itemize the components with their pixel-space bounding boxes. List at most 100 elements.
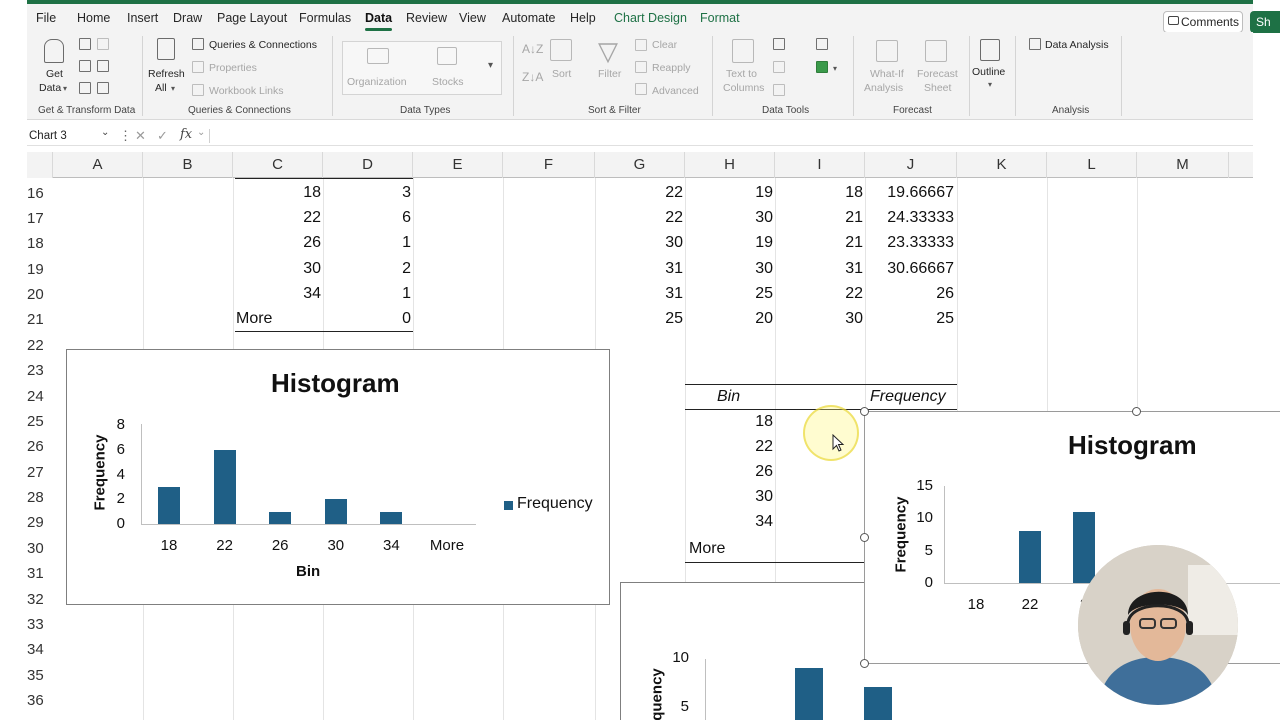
cancel-icon[interactable]: ✕ bbox=[135, 128, 146, 144]
x-axis-title[interactable]: Bin bbox=[296, 563, 320, 580]
table-cell[interactable]: 22 bbox=[595, 184, 685, 202]
table-cell[interactable]: 3 bbox=[323, 184, 413, 202]
tab-file[interactable]: File bbox=[36, 11, 56, 25]
row-header[interactable]: 36 bbox=[27, 688, 53, 713]
workbook-links-button[interactable]: Workbook Links bbox=[209, 85, 284, 97]
refresh-all-button[interactable]: Refresh bbox=[148, 68, 185, 80]
row-header[interactable]: 26 bbox=[27, 434, 53, 459]
existing-connections-icon[interactable] bbox=[97, 60, 109, 72]
sort-button[interactable]: Sort bbox=[552, 68, 571, 80]
table-cell[interactable]: 26 bbox=[233, 234, 323, 252]
table-cell[interactable]: 30 bbox=[685, 260, 775, 278]
table-cell[interactable]: 21 bbox=[775, 234, 865, 252]
gallery-expand-icon[interactable]: ▾ bbox=[488, 60, 493, 71]
resize-handle[interactable] bbox=[1132, 407, 1141, 416]
row-header[interactable]: 23 bbox=[27, 358, 53, 383]
row-header[interactable]: 19 bbox=[27, 257, 53, 282]
table-cell[interactable]: 19.66667 bbox=[865, 184, 957, 202]
table-cell[interactable]: 23.33333 bbox=[865, 234, 957, 252]
column-header-i[interactable]: I bbox=[775, 152, 865, 178]
recent-sources-icon[interactable] bbox=[97, 38, 109, 50]
table-cell[interactable]: 30 bbox=[685, 209, 775, 227]
row-header[interactable]: 32 bbox=[27, 587, 53, 612]
stocks-button[interactable]: Stocks bbox=[432, 76, 464, 88]
table-cell[interactable]: 31 bbox=[595, 260, 685, 278]
flash-fill-icon[interactable] bbox=[773, 38, 785, 50]
data-validation-icon[interactable] bbox=[773, 84, 785, 96]
consolidate-icon[interactable] bbox=[816, 38, 828, 50]
column-header-l[interactable]: L bbox=[1047, 152, 1137, 178]
histogram-chart[interactable]: Histogram Frequency 0 2 4 6 8 18 22 26 30 34 More… bbox=[66, 349, 610, 605]
row-header[interactable]: 27 bbox=[27, 460, 53, 485]
tab-formulas[interactable]: Formulas bbox=[299, 11, 351, 25]
tab-help[interactable]: Help bbox=[570, 11, 596, 25]
column-header-f[interactable]: F bbox=[503, 152, 595, 178]
tab-review[interactable]: Review bbox=[406, 11, 447, 25]
row-header[interactable]: 22 bbox=[27, 333, 53, 358]
column-header-c[interactable]: C bbox=[233, 152, 323, 178]
table-cell[interactable]: 30 bbox=[595, 234, 685, 252]
tab-view[interactable]: View bbox=[459, 11, 486, 25]
column-header-k[interactable]: K bbox=[957, 152, 1047, 178]
tab-page-layout[interactable]: Page Layout bbox=[217, 11, 287, 25]
table-cell[interactable]: 24.33333 bbox=[865, 209, 957, 227]
table-cell[interactable]: 26 bbox=[865, 285, 957, 303]
from-web-icon[interactable] bbox=[79, 60, 91, 72]
row-header[interactable]: 20 bbox=[27, 282, 53, 307]
table-cell[interactable]: 1 bbox=[323, 234, 413, 252]
table-cell[interactable]: 30 bbox=[685, 488, 775, 506]
table-cell[interactable]: 0 bbox=[323, 310, 413, 328]
chart-title[interactable]: Histogram bbox=[271, 368, 400, 399]
table-cell[interactable]: 18 bbox=[233, 184, 323, 202]
table-cell[interactable]: 25 bbox=[595, 310, 685, 328]
from-picture-icon[interactable] bbox=[97, 82, 109, 94]
table-cell[interactable]: 25 bbox=[685, 285, 775, 303]
row-header[interactable]: 17 bbox=[27, 206, 53, 231]
from-table-icon[interactable] bbox=[79, 82, 91, 94]
column-header-d[interactable]: D bbox=[323, 152, 413, 178]
row-header[interactable]: 21 bbox=[27, 307, 53, 332]
column-header-j[interactable]: J bbox=[865, 152, 957, 178]
sort-ascending-icon[interactable]: A↓Z bbox=[522, 42, 543, 56]
table-cell[interactable]: 18 bbox=[685, 413, 775, 431]
filter-button[interactable]: Filter bbox=[598, 68, 621, 80]
table-cell[interactable]: 34 bbox=[685, 513, 775, 531]
row-header[interactable]: 25 bbox=[27, 409, 53, 434]
frequency-header[interactable]: Frequency bbox=[870, 388, 946, 406]
tab-draw[interactable]: Draw bbox=[173, 11, 202, 25]
row-header[interactable]: 34 bbox=[27, 637, 53, 662]
row-header[interactable]: 30 bbox=[27, 536, 53, 561]
table-cell[interactable]: 22 bbox=[685, 438, 775, 456]
row-header[interactable]: 24 bbox=[27, 384, 53, 409]
properties-button[interactable]: Properties bbox=[209, 62, 257, 74]
reapply-button[interactable]: Reapply bbox=[652, 62, 691, 74]
table-cell[interactable]: 30 bbox=[775, 310, 865, 328]
tab-data[interactable]: Data bbox=[365, 11, 393, 31]
tab-insert[interactable]: Insert bbox=[127, 11, 158, 25]
column-header-e[interactable]: E bbox=[413, 152, 503, 178]
comments-button[interactable]: Comments bbox=[1163, 11, 1243, 33]
table-cell[interactable]: 20 bbox=[685, 310, 775, 328]
table-cell[interactable]: 34 bbox=[233, 285, 323, 303]
outline-button[interactable]: Outline bbox=[972, 66, 1005, 78]
tab-format[interactable]: Format bbox=[700, 11, 740, 25]
get-data-button[interactable]: Get bbox=[46, 68, 63, 80]
row-header[interactable]: 31 bbox=[27, 561, 53, 586]
row-header[interactable]: 16 bbox=[27, 181, 53, 206]
chart-title[interactable]: Histogram bbox=[1068, 430, 1197, 461]
table-cell[interactable]: 1 bbox=[323, 285, 413, 303]
table-cell[interactable]: 22 bbox=[775, 285, 865, 303]
table-cell[interactable]: 18 bbox=[775, 184, 865, 202]
bin-header[interactable]: Bin bbox=[717, 388, 740, 406]
data-analysis-button[interactable]: Data Analysis bbox=[1045, 39, 1109, 51]
from-text-icon[interactable] bbox=[79, 38, 91, 50]
sort-descending-icon[interactable]: Z↓A bbox=[522, 70, 543, 84]
relationships-icon[interactable] bbox=[816, 61, 828, 73]
table-cell[interactable]: More bbox=[689, 540, 725, 558]
table-cell[interactable]: 25 bbox=[865, 310, 957, 328]
table-cell[interactable]: 19 bbox=[685, 184, 775, 202]
column-header-m[interactable]: M bbox=[1137, 152, 1229, 178]
resize-handle[interactable] bbox=[860, 659, 869, 668]
row-header[interactable]: 18 bbox=[27, 231, 53, 256]
remove-duplicates-icon[interactable] bbox=[773, 61, 785, 73]
